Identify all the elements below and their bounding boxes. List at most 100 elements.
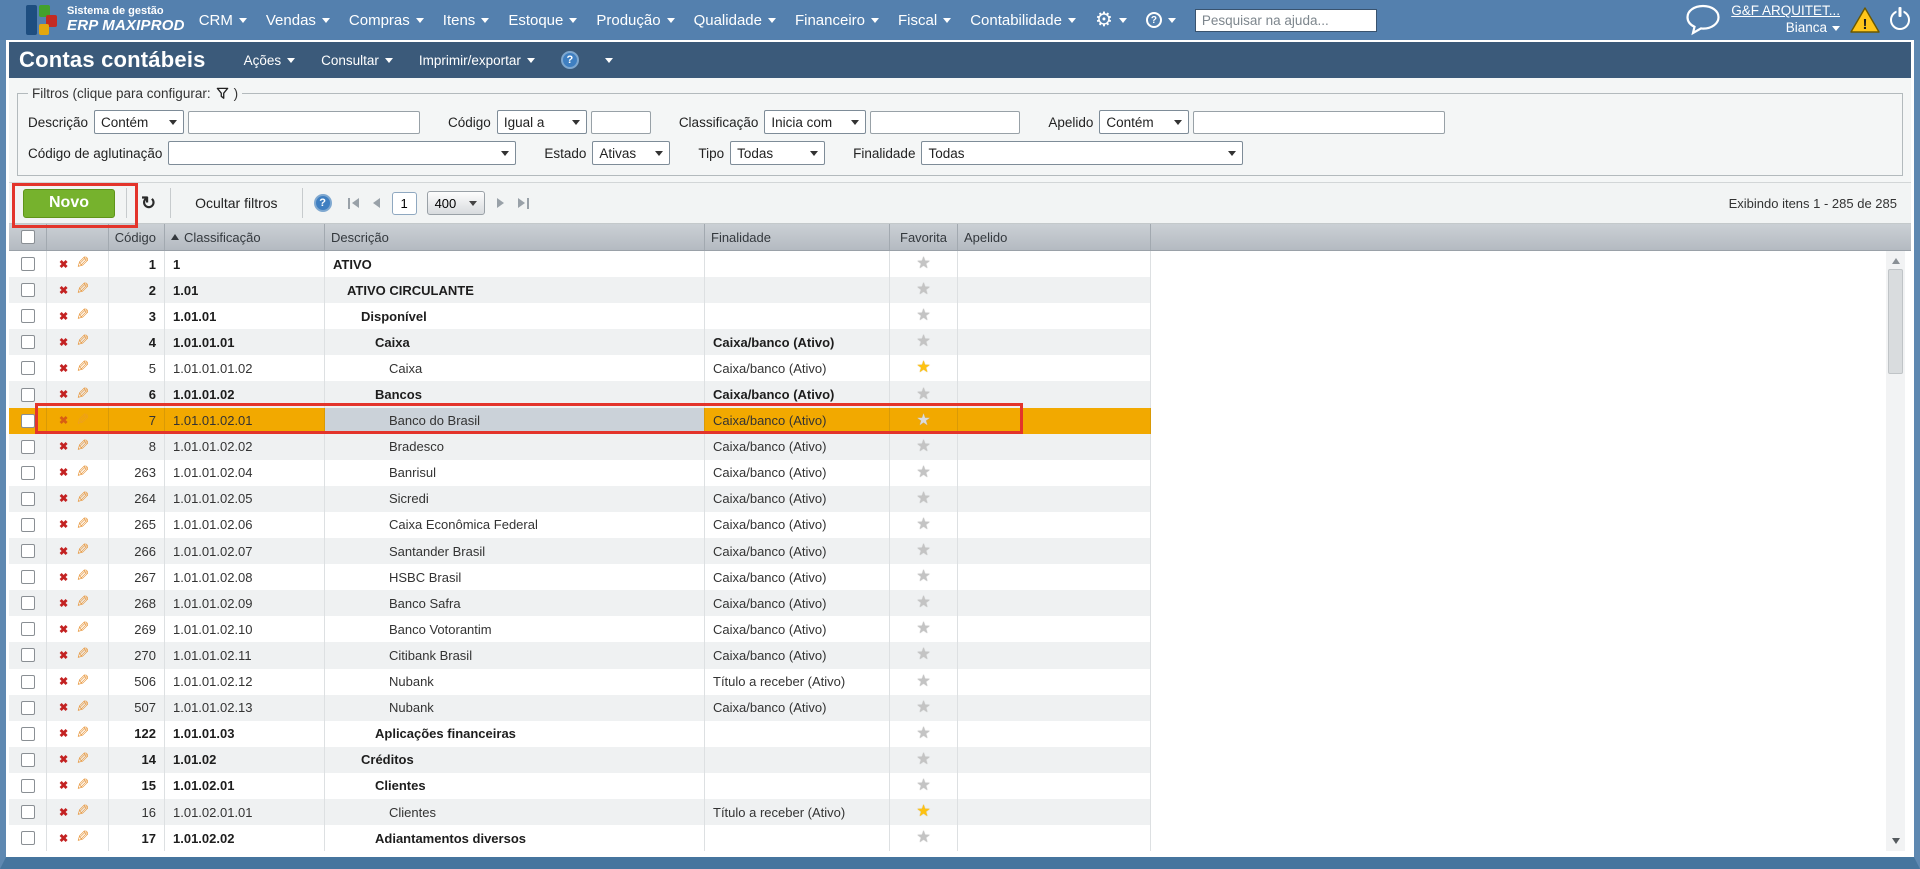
delete-icon[interactable]: ✖: [59, 518, 68, 531]
row-checkbox[interactable]: [21, 283, 35, 297]
cell-codigo[interactable]: 5: [109, 355, 165, 381]
descricao-filter-input[interactable]: [188, 111, 420, 134]
favorite-star-icon[interactable]: ★: [916, 595, 930, 611]
cell-finalidade[interactable]: Título a receber (Ativo): [705, 799, 890, 825]
edit-pencil-icon[interactable]: ✎: [76, 700, 89, 716]
cell-apelido[interactable]: [958, 669, 1151, 695]
cell-classificacao[interactable]: 1.01.01.01: [165, 329, 325, 355]
cell-descricao[interactable]: Banco Safra: [325, 590, 705, 616]
novo-button[interactable]: Novo: [23, 189, 115, 218]
delete-icon[interactable]: ✖: [59, 310, 68, 323]
edit-pencil-icon[interactable]: ✎: [76, 621, 89, 637]
cell-apelido[interactable]: [958, 825, 1151, 851]
favorite-star-icon[interactable]: ★: [916, 621, 930, 637]
cell-apelido[interactable]: [958, 695, 1151, 721]
aglutinacao-select[interactable]: [168, 141, 516, 165]
classificacao-filter-input[interactable]: [870, 111, 1020, 134]
delete-icon[interactable]: ✖: [59, 545, 68, 558]
cell-codigo[interactable]: 3: [109, 303, 165, 329]
cell-codigo[interactable]: 15: [109, 773, 165, 799]
cell-classificacao[interactable]: 1.01.02.01.01: [165, 799, 325, 825]
row-checkbox[interactable]: [21, 779, 35, 793]
delete-icon[interactable]: ✖: [59, 753, 68, 766]
row-checkbox[interactable]: [21, 309, 35, 323]
row-checkbox[interactable]: [21, 727, 35, 741]
cell-finalidade[interactable]: [705, 303, 890, 329]
row-checkbox[interactable]: [21, 544, 35, 558]
apelido-operator-select[interactable]: Contém: [1099, 110, 1189, 134]
table-row[interactable]: ✖✎21.01ATIVO CIRCULANTE★: [9, 277, 1151, 303]
cell-classificacao[interactable]: 1.01.01.02: [165, 381, 325, 407]
logout-power-icon[interactable]: [1890, 10, 1910, 30]
cell-apelido[interactable]: [958, 773, 1151, 799]
edit-pencil-icon[interactable]: ✎: [76, 465, 89, 481]
delete-icon[interactable]: ✖: [59, 727, 68, 740]
refresh-icon[interactable]: ↻: [138, 193, 159, 214]
cell-descricao[interactable]: ATIVO: [325, 251, 705, 277]
table-row[interactable]: ✖✎51.01.01.01.02CaixaCaixa/banco (Ativo)…: [9, 355, 1151, 381]
toolbar-help-icon[interactable]: ?: [314, 194, 332, 212]
cell-descricao[interactable]: Sicredi: [325, 486, 705, 512]
hide-filters-button[interactable]: Ocultar filtros: [182, 195, 290, 211]
edit-pencil-icon[interactable]: ✎: [76, 308, 89, 324]
cell-apelido[interactable]: [958, 721, 1151, 747]
favorite-star-icon[interactable]: ★: [916, 491, 930, 507]
cell-apelido[interactable]: [958, 329, 1151, 355]
favorite-star-icon[interactable]: ★: [916, 282, 930, 298]
filter-funnel-icon[interactable]: [215, 86, 230, 101]
user-menu[interactable]: Bianca: [1786, 20, 1840, 37]
chevron-down-icon[interactable]: [605, 58, 613, 63]
delete-icon[interactable]: ✖: [59, 806, 68, 819]
table-row[interactable]: ✖✎2691.01.01.02.10Banco VotorantimCaixa/…: [9, 616, 1151, 642]
cell-descricao[interactable]: Nubank: [325, 669, 705, 695]
cell-finalidade[interactable]: [705, 277, 890, 303]
edit-pencil-icon[interactable]: ✎: [76, 726, 89, 742]
table-row[interactable]: ✖✎2701.01.01.02.11Citibank BrasilCaixa/b…: [9, 642, 1151, 668]
table-row[interactable]: ✖✎171.01.02.02Adiantamentos diversos★: [9, 825, 1151, 851]
menu-fiscal[interactable]: Fiscal: [898, 12, 951, 29]
cell-classificacao[interactable]: 1.01.02.02: [165, 825, 325, 851]
cell-codigo[interactable]: 267: [109, 564, 165, 590]
cell-codigo[interactable]: 16: [109, 799, 165, 825]
cell-descricao[interactable]: Disponível: [325, 303, 705, 329]
delete-icon[interactable]: ✖: [59, 258, 68, 271]
cell-classificacao[interactable]: 1.01.01.02.10: [165, 616, 325, 642]
cell-finalidade[interactable]: Caixa/banco (Ativo): [705, 616, 890, 642]
delete-icon[interactable]: ✖: [59, 414, 68, 427]
cell-finalidade[interactable]: Caixa/banco (Ativo): [705, 355, 890, 381]
cell-codigo[interactable]: 17: [109, 825, 165, 851]
favorite-star-icon[interactable]: ★: [916, 700, 930, 716]
edit-pencil-icon[interactable]: ✎: [76, 543, 89, 559]
menu-itens[interactable]: Itens: [443, 12, 490, 29]
descricao-operator-select[interactable]: Contém: [94, 110, 184, 134]
page-size-select[interactable]: 400: [427, 191, 485, 215]
cell-finalidade[interactable]: Caixa/banco (Ativo): [705, 512, 890, 538]
delete-icon[interactable]: ✖: [59, 832, 68, 845]
edit-pencil-icon[interactable]: ✎: [76, 595, 89, 611]
menu-acoes[interactable]: Ações: [244, 53, 296, 68]
cell-classificacao[interactable]: 1.01.02.01: [165, 773, 325, 799]
cell-classificacao[interactable]: 1.01.01.02.01: [165, 408, 325, 434]
cell-codigo[interactable]: 6: [109, 381, 165, 407]
table-row[interactable]: ✖✎5071.01.01.02.13NubankCaixa/banco (Ati…: [9, 695, 1151, 721]
table-row[interactable]: ✖✎2651.01.01.02.06Caixa Econômica Federa…: [9, 512, 1151, 538]
cell-apelido[interactable]: [958, 747, 1151, 773]
cell-codigo[interactable]: 269: [109, 616, 165, 642]
cell-finalidade[interactable]: Caixa/banco (Ativo): [705, 329, 890, 355]
delete-icon[interactable]: ✖: [59, 440, 68, 453]
cell-classificacao[interactable]: 1.01.01.02.04: [165, 460, 325, 486]
cell-finalidade[interactable]: [705, 251, 890, 277]
table-row[interactable]: ✖✎2671.01.01.02.08HSBC BrasilCaixa/banco…: [9, 564, 1151, 590]
cell-descricao[interactable]: Adiantamentos diversos: [325, 825, 705, 851]
cell-codigo[interactable]: 2: [109, 277, 165, 303]
cell-apelido[interactable]: [958, 251, 1151, 277]
cell-codigo[interactable]: 8: [109, 434, 165, 460]
edit-pencil-icon[interactable]: ✎: [76, 491, 89, 507]
cell-finalidade[interactable]: Caixa/banco (Ativo): [705, 642, 890, 668]
menu-consultar[interactable]: Consultar: [321, 53, 393, 68]
cell-codigo[interactable]: 265: [109, 512, 165, 538]
favorite-star-icon[interactable]: ★: [916, 413, 930, 429]
cell-codigo[interactable]: 507: [109, 695, 165, 721]
favorite-star-icon[interactable]: ★: [916, 804, 930, 820]
favorite-star-icon[interactable]: ★: [916, 308, 930, 324]
